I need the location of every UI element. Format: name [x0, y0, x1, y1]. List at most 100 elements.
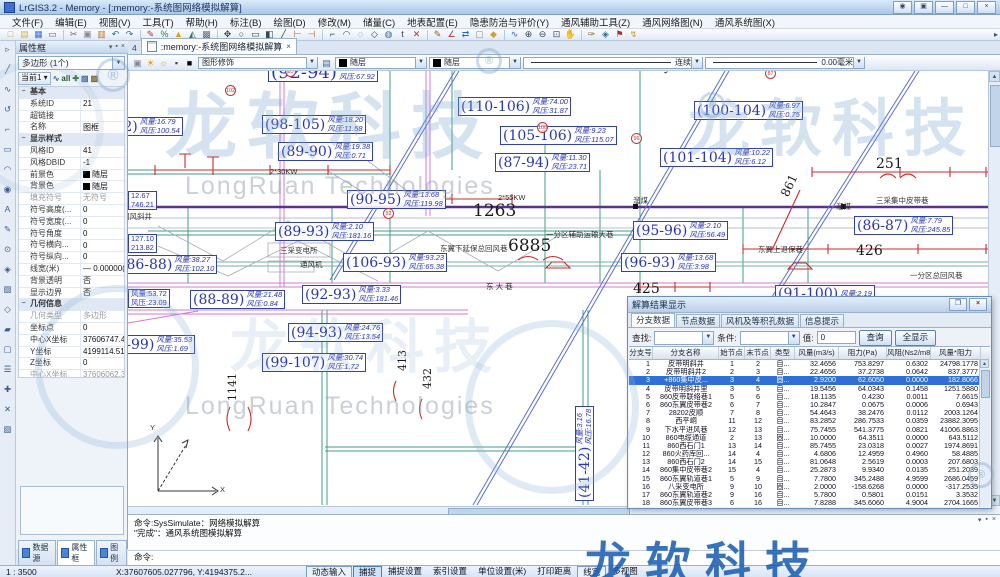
linewidth-combo[interactable]: 0.00毫米▼ — [705, 57, 865, 69]
pin-icon[interactable]: ▪ — [985, 516, 987, 524]
property-row[interactable]: 符号宽度(...0 — [19, 217, 124, 229]
table-row[interactable]: 12860火药库回...144自...4.680612.49590.496058… — [629, 450, 990, 458]
list-icon[interactable]: ☰ — [2, 363, 14, 375]
property-row[interactable]: 背景色随层 — [19, 181, 124, 193]
maximize-button[interactable]: □ — [956, 1, 975, 14]
find-combo[interactable]: ▼ — [654, 331, 714, 345]
property-row[interactable]: 显示边界否 — [19, 288, 124, 300]
menu-item[interactable]: 工具(T) — [136, 15, 179, 29]
brightness-icon[interactable]: ☼ — [157, 57, 170, 69]
text-icon[interactable]: t — [396, 29, 409, 40]
table-row[interactable]: 17860东翼轨道巷2916自...5.78000.58010.01513.35… — [629, 491, 990, 499]
search-button[interactable]: 查询 — [859, 330, 892, 346]
close-icon[interactable]: × — [992, 516, 996, 524]
camera-icon[interactable]: ◉ — [2, 183, 14, 195]
menu-item[interactable]: 地表配置(E) — [401, 15, 464, 29]
dialog-tab-风机及等积孔数据[interactable]: 风机及等积孔数据 — [721, 314, 799, 327]
close-shape-icon[interactable]: ◌ — [354, 29, 367, 40]
zoom-window-icon[interactable]: ⊡ — [550, 29, 563, 40]
close-icon[interactable]: × — [121, 43, 125, 51]
linetype-combo[interactable]: 连续▼ — [523, 57, 703, 69]
status-toggle-多视图[interactable]: 多视图 — [607, 566, 643, 577]
property-row[interactable]: −显示样式 — [19, 134, 124, 146]
paste-icon[interactable]: ▥ — [95, 29, 108, 40]
close-button[interactable]: × — [969, 298, 987, 311]
lock-icon[interactable]: ▪ — [170, 57, 183, 69]
chevron-down-icon[interactable]: ▼ — [702, 332, 713, 344]
property-row[interactable]: 中心X坐标37606062.35... — [19, 370, 124, 378]
open-file-icon[interactable]: ▤ — [18, 29, 31, 40]
polyline-icon[interactable]: ∿ — [2, 83, 14, 95]
branch-data-table[interactable]: 分支号分支名称始节点末节点类型风量(m3/s)阻力(Pa)风阻(Ns2/m8)风… — [629, 346, 990, 507]
property-value[interactable]: 否 — [81, 288, 124, 299]
close-button[interactable]: × — [977, 1, 996, 14]
panel-tab-数据源[interactable]: 数据源 — [18, 540, 56, 565]
menu-item[interactable]: 帮助(H) — [180, 15, 224, 29]
property-row[interactable]: 符号高度(...0 — [19, 205, 124, 217]
table-row[interactable]: 728202皮顺78自...54.464338.24760.01122003.1… — [629, 409, 990, 417]
column-header[interactable]: 阻力(Pa) — [839, 347, 887, 359]
block-icon[interactable]: ▰ — [2, 323, 14, 335]
table-row[interactable]: 6860东翼皮带巷267自...10.28470.06750.00060.694… — [629, 401, 990, 409]
property-value[interactable]: 0 — [81, 323, 124, 334]
flag-icon[interactable]: ⚑ — [613, 29, 626, 40]
property-value[interactable]: 0 — [81, 240, 124, 251]
panel-tab-图例[interactable]: 图例 — [96, 540, 127, 565]
polyline-icon[interactable]: ⌐ — [326, 29, 339, 40]
chevron-down-icon[interactable]: ▼ — [415, 57, 426, 68]
selection-type-combo[interactable]: 多边形 (1个) ▼ — [18, 56, 125, 70]
property-value[interactable]: 随层 — [81, 181, 124, 192]
minimize-button[interactable]: — — [935, 1, 954, 14]
scrollbar-thumb[interactable] — [981, 370, 990, 398]
panel-tab-属性框[interactable]: 属性框 — [57, 540, 95, 565]
table-row[interactable]: 10860电缆通道213固...10.000064.35110.0000643.… — [629, 434, 990, 442]
brush-icon[interactable]: ✑ — [585, 29, 598, 40]
property-row[interactable]: Y坐标4199114.513... — [19, 347, 124, 359]
property-row[interactable]: 坐标点0 — [19, 323, 124, 335]
table-row[interactable]: 15860东翼轨道巷159自...7.7800345.24884.9599268… — [629, 475, 990, 483]
column-header[interactable]: 风量(m3/s) — [795, 347, 839, 359]
dropdown-icon[interactable]: ▾ — [109, 43, 113, 51]
delete-icon[interactable]: ✕ — [410, 29, 423, 40]
menu-item[interactable]: 标注(B) — [224, 15, 268, 29]
select-icon[interactable]: ▹ — [2, 43, 14, 55]
pen-icon[interactable]: ✎ — [2, 223, 14, 235]
property-value[interactable]: 4199114.513... — [81, 347, 124, 358]
pencil2-icon[interactable]: ✎ — [431, 29, 444, 40]
menu-item[interactable]: 编辑(E) — [49, 15, 93, 29]
chevron-down-icon[interactable]: ▼ — [853, 57, 864, 68]
document-tab[interactable]: :memory:-系统图网络模拟解算 × — [141, 38, 297, 54]
zoom-in-icon[interactable]: ⊕ — [522, 29, 535, 40]
trapezoid-icon[interactable]: ◇ — [368, 29, 381, 40]
copy-icon[interactable]: ▣ — [81, 29, 94, 40]
sheet-icon[interactable]: ▢ — [2, 343, 14, 355]
status-toggle-动态输入[interactable]: 动态输入 — [306, 566, 352, 577]
save-icon[interactable]: ▦ — [32, 29, 45, 40]
menu-item[interactable]: 绘图(D) — [268, 15, 312, 29]
table-row[interactable]: 8西平峒1112自...83.2852286.75330.035923882.3… — [629, 417, 990, 425]
scroll-up-icon[interactable]: ▲ — [980, 359, 989, 368]
wave-icon[interactable]: ∿ — [53, 74, 60, 83]
restore-button[interactable]: ❐ — [949, 298, 967, 311]
arc-icon[interactable]: ◠ — [340, 29, 353, 40]
chevron-down-icon[interactable]: ▼ — [788, 332, 799, 344]
foreground-color-combo[interactable]: 随层▼ — [335, 57, 427, 69]
background-color-combo[interactable]: 随层▼ — [429, 57, 521, 69]
rect-icon[interactable]: ▭ — [2, 143, 14, 155]
add-icon[interactable]: ✚ — [2, 383, 14, 395]
status-toggle-单位设置(米)[interactable]: 单位设置(米) — [473, 566, 531, 577]
property-value[interactable]: 0 — [81, 205, 124, 216]
value-input[interactable]: 0 — [817, 331, 856, 344]
table-row[interactable]: 18860东翼皮带巷3616自...7.8288345.60604.900427… — [629, 499, 990, 507]
table-row[interactable]: 16八采变电所910固...2.0000-158.62680.0000-317.… — [629, 483, 990, 491]
scroll-up-icon[interactable]: ▲ — [989, 71, 1000, 82]
property-value[interactable]: 否 — [81, 276, 124, 287]
point-icon[interactable]: ⊙ — [2, 243, 14, 255]
property-row[interactable]: 风格DBID-1 — [19, 158, 124, 170]
property-row[interactable]: −基本 — [19, 87, 124, 99]
column-header[interactable]: 始节点 — [719, 347, 745, 359]
export-icon[interactable]: ▨ — [91, 74, 99, 83]
status-toggle-线宽[interactable]: 线宽 — [577, 566, 606, 577]
angle-icon[interactable]: ∠ — [445, 29, 458, 40]
corner-icon[interactable]: ⌐ — [2, 123, 14, 135]
